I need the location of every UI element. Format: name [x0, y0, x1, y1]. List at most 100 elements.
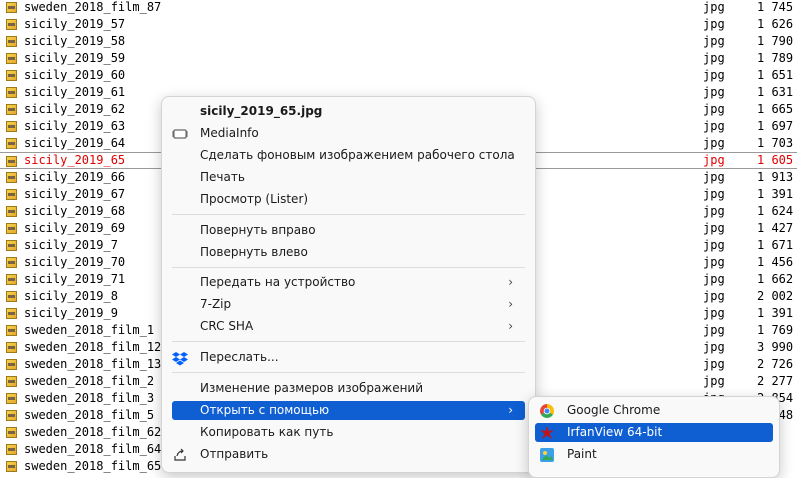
- chevron-right-icon: ›: [508, 319, 513, 333]
- file-size: 1 626: [757, 17, 794, 31]
- file-size: 1 789: [757, 51, 794, 65]
- file-name: sweden_2018_film_12: [24, 340, 162, 354]
- file-extension: jpg: [703, 357, 725, 371]
- file-name: sicily_2019_70: [24, 255, 126, 269]
- file-name: sweden_2018_film_64: [24, 442, 162, 456]
- file-name: sicily_2019_9: [24, 306, 118, 320]
- jpg-file-icon: [6, 104, 17, 115]
- menu-item-rotate-right-label: Повернуть вправо: [200, 223, 316, 237]
- menu-item-set-wallpaper-label: Сделать фоновым изображением рабочего ст…: [200, 148, 515, 162]
- file-name: sweden_2018_film_2: [24, 374, 155, 388]
- file-extension: jpg: [703, 272, 725, 286]
- file-size: 1 631: [757, 85, 794, 99]
- submenu-item-chrome[interactable]: Google Chrome: [535, 401, 773, 420]
- submenu-item-irfanview[interactable]: IrfanView 64-bit: [535, 423, 773, 442]
- file-name: sweden_2018_film_5: [24, 408, 155, 422]
- file-extension: jpg: [703, 289, 725, 303]
- file-extension: jpg: [703, 17, 725, 31]
- jpg-file-icon: [6, 274, 17, 285]
- paint-icon: [539, 447, 555, 463]
- menu-separator: [172, 372, 525, 373]
- file-name: sicily_2019_57: [24, 17, 126, 31]
- file-extension: jpg: [703, 306, 725, 320]
- file-size: 1 769: [757, 323, 794, 337]
- menu-item-send[interactable]: Отправить: [172, 445, 525, 464]
- jpg-file-icon: [6, 325, 17, 336]
- jpg-file-icon: [6, 2, 17, 13]
- menu-item-7zip[interactable]: 7-Zip ›: [172, 295, 525, 314]
- submenu-item-paint[interactable]: Paint: [535, 445, 773, 464]
- file-row[interactable]: sweden_2018_film_87 jpg 1 745: [0, 0, 797, 16]
- menu-item-view-lister[interactable]: Просмотр (Lister): [172, 190, 525, 209]
- menu-item-open-with-label: Открыть с помощью: [200, 403, 330, 417]
- file-size: 1 651: [757, 68, 794, 82]
- file-extension: jpg: [703, 238, 725, 252]
- jpg-file-icon: [6, 257, 17, 268]
- file-name: sicily_2019_68: [24, 204, 126, 218]
- jpg-file-icon: [6, 444, 17, 455]
- file-size: 1 427: [757, 221, 794, 235]
- submenu-item-irfanview-label: IrfanView 64-bit: [567, 425, 663, 439]
- file-row[interactable]: sicily_2019_57 jpg 1 626: [0, 16, 797, 33]
- file-size: 1 624: [757, 204, 794, 218]
- menu-item-copy-as-path[interactable]: Копировать как путь: [172, 423, 525, 442]
- menu-item-send-to-device-label: Передать на устройство: [200, 275, 356, 289]
- file-row[interactable]: sicily_2019_59 jpg 1 789: [0, 50, 797, 67]
- jpg-file-icon: [6, 70, 17, 81]
- file-extension: jpg: [703, 85, 725, 99]
- dropbox-icon: [172, 350, 188, 366]
- menu-item-print[interactable]: Печать: [172, 168, 525, 187]
- menu-item-crc-sha[interactable]: CRC SHA ›: [172, 317, 525, 336]
- menu-item-resize-images-label: Изменение размеров изображений: [200, 381, 424, 395]
- file-extension: jpg: [703, 119, 725, 133]
- file-size: 1 913: [757, 170, 794, 184]
- menu-item-crc-sha-label: CRC SHA: [200, 319, 254, 333]
- jpg-file-icon: [6, 240, 17, 251]
- menu-item-print-label: Печать: [200, 170, 245, 184]
- file-extension: jpg: [703, 34, 725, 48]
- menu-item-set-wallpaper[interactable]: Сделать фоновым изображением рабочего ст…: [172, 146, 525, 165]
- file-row[interactable]: sicily_2019_58 jpg 1 790: [0, 33, 797, 50]
- jpg-file-icon: [6, 19, 17, 30]
- menu-file-title-label: sicily_2019_65.jpg: [200, 104, 323, 118]
- file-size: 2 726: [757, 357, 794, 371]
- file-name: sicily_2019_7: [24, 238, 118, 252]
- file-name: sicily_2019_65: [24, 153, 126, 167]
- file-size: 3 990: [757, 340, 794, 354]
- file-extension: jpg: [703, 0, 725, 14]
- jpg-file-icon: [6, 461, 17, 472]
- menu-item-rotate-left-label: Повернуть влево: [200, 245, 308, 259]
- jpg-file-icon: [6, 427, 17, 438]
- file-size: 2 277: [757, 374, 794, 388]
- file-size: 1 790: [757, 34, 794, 48]
- file-size: 1 745: [757, 0, 794, 14]
- file-size: 1 662: [757, 272, 794, 286]
- menu-item-open-with[interactable]: Открыть с помощью ›: [172, 401, 525, 420]
- menu-item-forward[interactable]: Переслать...: [172, 348, 525, 367]
- jpg-file-icon: [6, 359, 17, 370]
- file-size: 1 605: [757, 153, 794, 167]
- menu-item-send-to-device[interactable]: Передать на устройство ›: [172, 273, 525, 292]
- file-size: 1 665: [757, 102, 794, 116]
- file-extension: jpg: [703, 51, 725, 65]
- menu-item-send-label: Отправить: [200, 447, 269, 461]
- jpg-file-icon: [6, 156, 17, 167]
- file-row[interactable]: sicily_2019_60 jpg 1 651: [0, 67, 797, 84]
- file-name: sicily_2019_62: [24, 102, 126, 116]
- menu-item-rotate-left[interactable]: Повернуть влево: [172, 243, 525, 262]
- menu-item-view-lister-label: Просмотр (Lister): [200, 192, 309, 206]
- menu-item-resize-images[interactable]: Изменение размеров изображений: [172, 379, 525, 398]
- file-extension: jpg: [703, 204, 725, 218]
- jpg-file-icon: [6, 376, 17, 387]
- menu-item-rotate-right[interactable]: Повернуть вправо: [172, 221, 525, 240]
- file-extension: jpg: [703, 221, 725, 235]
- menu-item-mediainfo[interactable]: MediaInfo: [172, 124, 525, 143]
- file-name: sweden_2018_film_65: [24, 459, 162, 473]
- jpg-file-icon: [6, 291, 17, 302]
- file-name: sicily_2019_66: [24, 170, 126, 184]
- jpg-file-icon: [6, 36, 17, 47]
- file-name: sweden_2018_film_62: [24, 425, 162, 439]
- menu-separator: [172, 214, 525, 215]
- file-name: sweden_2018_film_3: [24, 391, 155, 405]
- chevron-right-icon: ›: [508, 297, 513, 311]
